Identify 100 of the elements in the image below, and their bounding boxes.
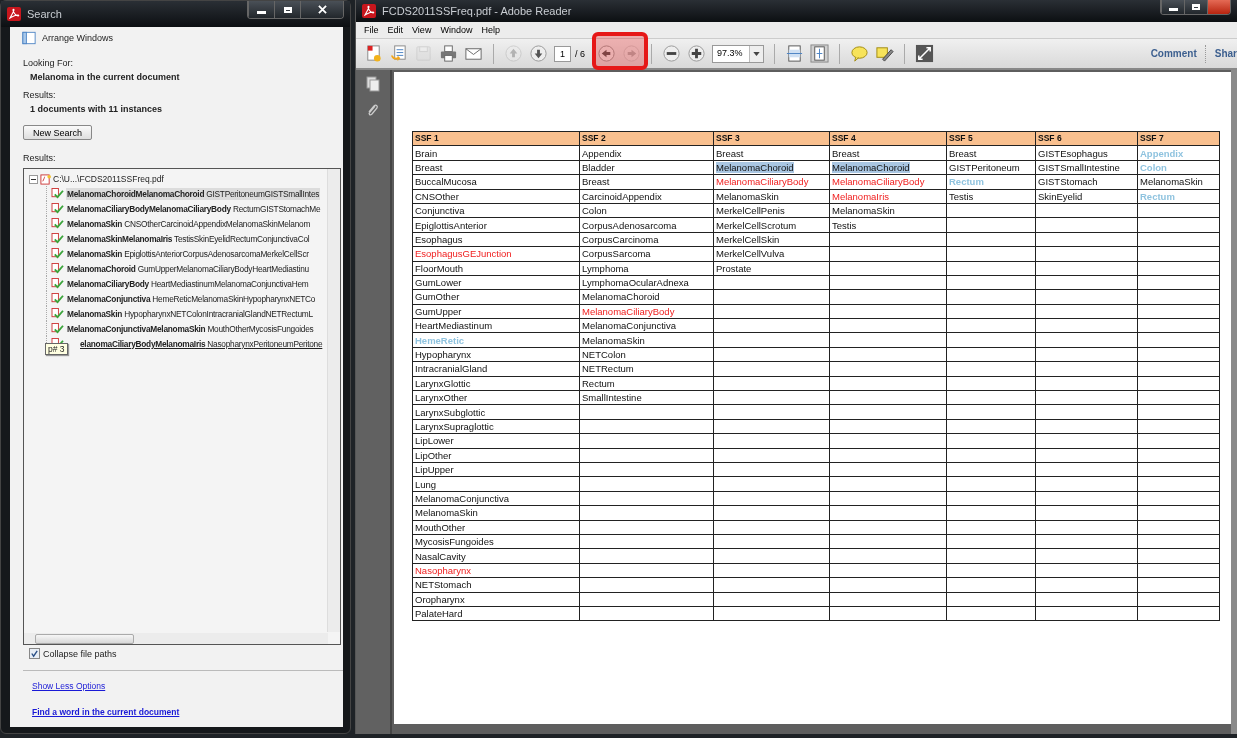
table-cell-text: Lung xyxy=(415,478,437,490)
table-cell-text: Breast xyxy=(832,147,860,159)
search-query: Melanoma in the current document xyxy=(30,72,181,82)
search-result[interactable]: MelanomaConjunctiva HemeReticMelanomaSkinHypopharynxNETCo xyxy=(66,292,317,305)
table-cell-text: Esophagus xyxy=(415,233,463,245)
table-cell-text: CarcinoidAppendix xyxy=(582,190,662,202)
table-cell-text: CorpusSarcoma xyxy=(582,248,651,260)
column-header: SSF 3 xyxy=(713,131,830,146)
table-cell-text: Brain xyxy=(415,147,438,159)
table-cell-text: LarynxSubglottic xyxy=(415,406,486,418)
table-cell-text: Breast xyxy=(716,147,744,159)
table-cell-text: FloorMouth xyxy=(415,262,464,274)
new-search-button[interactable]: New Search xyxy=(23,125,93,140)
results-summary: 1 documents with 11 instances xyxy=(30,104,164,114)
window-title: Search xyxy=(27,8,63,20)
table-cell-text: MelanomaSkin xyxy=(582,334,645,346)
looking-for-label: Looking For: xyxy=(23,58,75,68)
toolbar-link[interactable]: Comment xyxy=(1150,48,1197,59)
table-cell-text: Testis xyxy=(832,219,857,231)
window-title: FCDS2011SSFreq.pdf - Adobe Reader xyxy=(382,5,573,17)
arrange-windows-link[interactable]: Arrange Windows xyxy=(42,33,114,43)
search-result[interactable]: MelanomaCiliaryBodyMelanomaCiliaryBody RectumGISTStomachMe xyxy=(66,202,322,215)
table-cell-text: Bladder xyxy=(582,161,615,173)
table-cell-text: MouthOther xyxy=(415,521,466,533)
link[interactable]: Show Less Options xyxy=(32,681,106,691)
table-cell-text: IntracranialGland xyxy=(415,363,488,375)
menu-item[interactable]: Edit xyxy=(387,25,404,35)
table-cell-text: MycosisFungoides xyxy=(415,536,494,548)
table-cell-text: Breast xyxy=(415,161,443,173)
link[interactable]: Find a word in the current document xyxy=(32,707,180,717)
table-cell-text: HeartMediastinum xyxy=(415,320,493,332)
table-cell-text: NETRectum xyxy=(582,363,634,375)
table-cell-text: Rectum xyxy=(1140,190,1175,202)
table-cell-text: Breast xyxy=(949,147,977,159)
table-cell-text: EsophagusGEJunction xyxy=(415,248,512,260)
column-header: SSF 6 xyxy=(1035,131,1138,146)
table-cell-text: LymphomaOcularAdnexa xyxy=(582,277,689,289)
search-result[interactable]: MelanomaChoroidMelanomaChoroid GISTPeritoneumGISTSmallIntes xyxy=(66,187,321,200)
table-cell-text: MelanomaConjunctiva xyxy=(582,320,676,332)
table-cell-text: Colon xyxy=(1140,161,1167,173)
search-result[interactable]: MelanomaSkin HypopharynxNETColonIntracranialGlandNETRectumL xyxy=(66,307,314,320)
column-header: SSF 4 xyxy=(829,131,947,146)
search-result[interactable]: MelanomaSkin CNSOtherCarcinoidAppendixMelanomaSkinMelanom xyxy=(66,217,312,230)
table-cell-text: CNSOther xyxy=(415,190,459,202)
page-number-field[interactable]: 1 xyxy=(554,45,571,62)
menu-item[interactable]: Window xyxy=(440,25,473,35)
table-cell-text: MelanomaSkin xyxy=(716,190,779,202)
table-cell-text: GISTPeritoneum xyxy=(949,161,1020,173)
table-cell-text: NETColon xyxy=(582,349,626,361)
toolbar-link[interactable]: Shar xyxy=(1214,48,1237,59)
table-cell-text: GISTStomach xyxy=(1038,176,1098,188)
table-cell-text: NasalCavity xyxy=(415,550,466,562)
table-cell-text: GumLower xyxy=(415,277,462,289)
tooltip: p# 3 xyxy=(45,343,68,355)
table-cell-text: CorpusAdenosarcoma xyxy=(582,219,677,231)
column-header: SSF 1 xyxy=(412,131,580,146)
table-cell-text: MelanomaCiliaryBody xyxy=(716,176,809,188)
search-result[interactable]: MelanomaCiliaryBody HeartMediastinumMelanomaConjunctivaHem xyxy=(66,277,310,290)
table-cell-text: NETStomach xyxy=(415,579,472,591)
column-header: SSF 5 xyxy=(946,131,1036,146)
table-cell-text: MerkelCellScrotum xyxy=(716,219,797,231)
results-label: Results: xyxy=(23,90,57,100)
search-result[interactable]: MelanomaSkin EpiglottisAnteriorCorpusAdenosarcomaMerkelCellScr xyxy=(66,247,310,260)
table-cell-text: MerkelCellVulva xyxy=(716,248,785,260)
table-cell-text: MelanomaChoroid xyxy=(582,291,660,303)
table-cell-text: BuccalMucosa xyxy=(415,176,477,188)
menu-item[interactable]: View xyxy=(412,25,432,35)
table-cell-text: MelanomaChoroid xyxy=(832,161,910,173)
table-cell-text: CorpusCarcinoma xyxy=(582,233,659,245)
results-label: Results: xyxy=(23,153,57,163)
search-result[interactable]: elanomaCiliaryBodyMelanomaIris NasopharynxPeritoneumPeritone xyxy=(79,337,324,350)
table-cell-text: Hypopharynx xyxy=(415,349,471,361)
table-cell-text: GumOther xyxy=(415,291,460,303)
search-result[interactable]: MelanomaChoroid GumUpperMelanomaCiliaryBodyHeartMediastinu xyxy=(66,262,310,275)
table-cell-text: MerkelCellSkin xyxy=(716,233,780,245)
table-cell-text: LarynxGlottic xyxy=(415,377,471,389)
table-cell-text: HemeRetic xyxy=(415,334,465,346)
search-result[interactable]: MelanomaSkinMelanomaIris TestisSkinEyelidRectumConjunctivaCol xyxy=(66,232,311,245)
table-cell-text: MelanomaCiliaryBody xyxy=(582,305,675,317)
search-result[interactable]: MelanomaConjunctivaMelanomaSkin MouthOtherMycosisFungoides xyxy=(66,322,315,335)
menu-item[interactable]: Help xyxy=(481,25,500,35)
page-count: / 6 xyxy=(575,48,586,59)
table-cell-text: Prostate xyxy=(716,262,752,274)
column-header: SSF 2 xyxy=(579,131,714,146)
checkbox-label: Collapse file paths xyxy=(43,648,117,659)
zoom-field[interactable]: 97.3% xyxy=(712,44,764,63)
table-cell-text: LipUpper xyxy=(415,464,454,476)
menu-item[interactable]: File xyxy=(364,25,379,35)
table-cell-text: Appendix xyxy=(1140,147,1184,159)
table-cell-text: Rectum xyxy=(949,176,984,188)
table-cell-text: Testis xyxy=(949,190,974,202)
table-cell-text: Oropharynx xyxy=(415,593,465,605)
table-cell-text: GISTEsophagus xyxy=(1038,147,1108,159)
file-path[interactable]: C:\U...\FCDS2011SSFreq.pdf xyxy=(53,174,164,184)
table-cell-text: Conjunctiva xyxy=(415,205,465,217)
table-cell-text: LarynxSupraglottic xyxy=(415,421,494,432)
table-cell-text: Colon xyxy=(582,205,607,217)
table-cell-text: Breast xyxy=(582,176,610,188)
table-cell-text: MelanomaSkin xyxy=(1140,176,1203,188)
table-cell-text: SkinEyelid xyxy=(1038,190,1083,202)
